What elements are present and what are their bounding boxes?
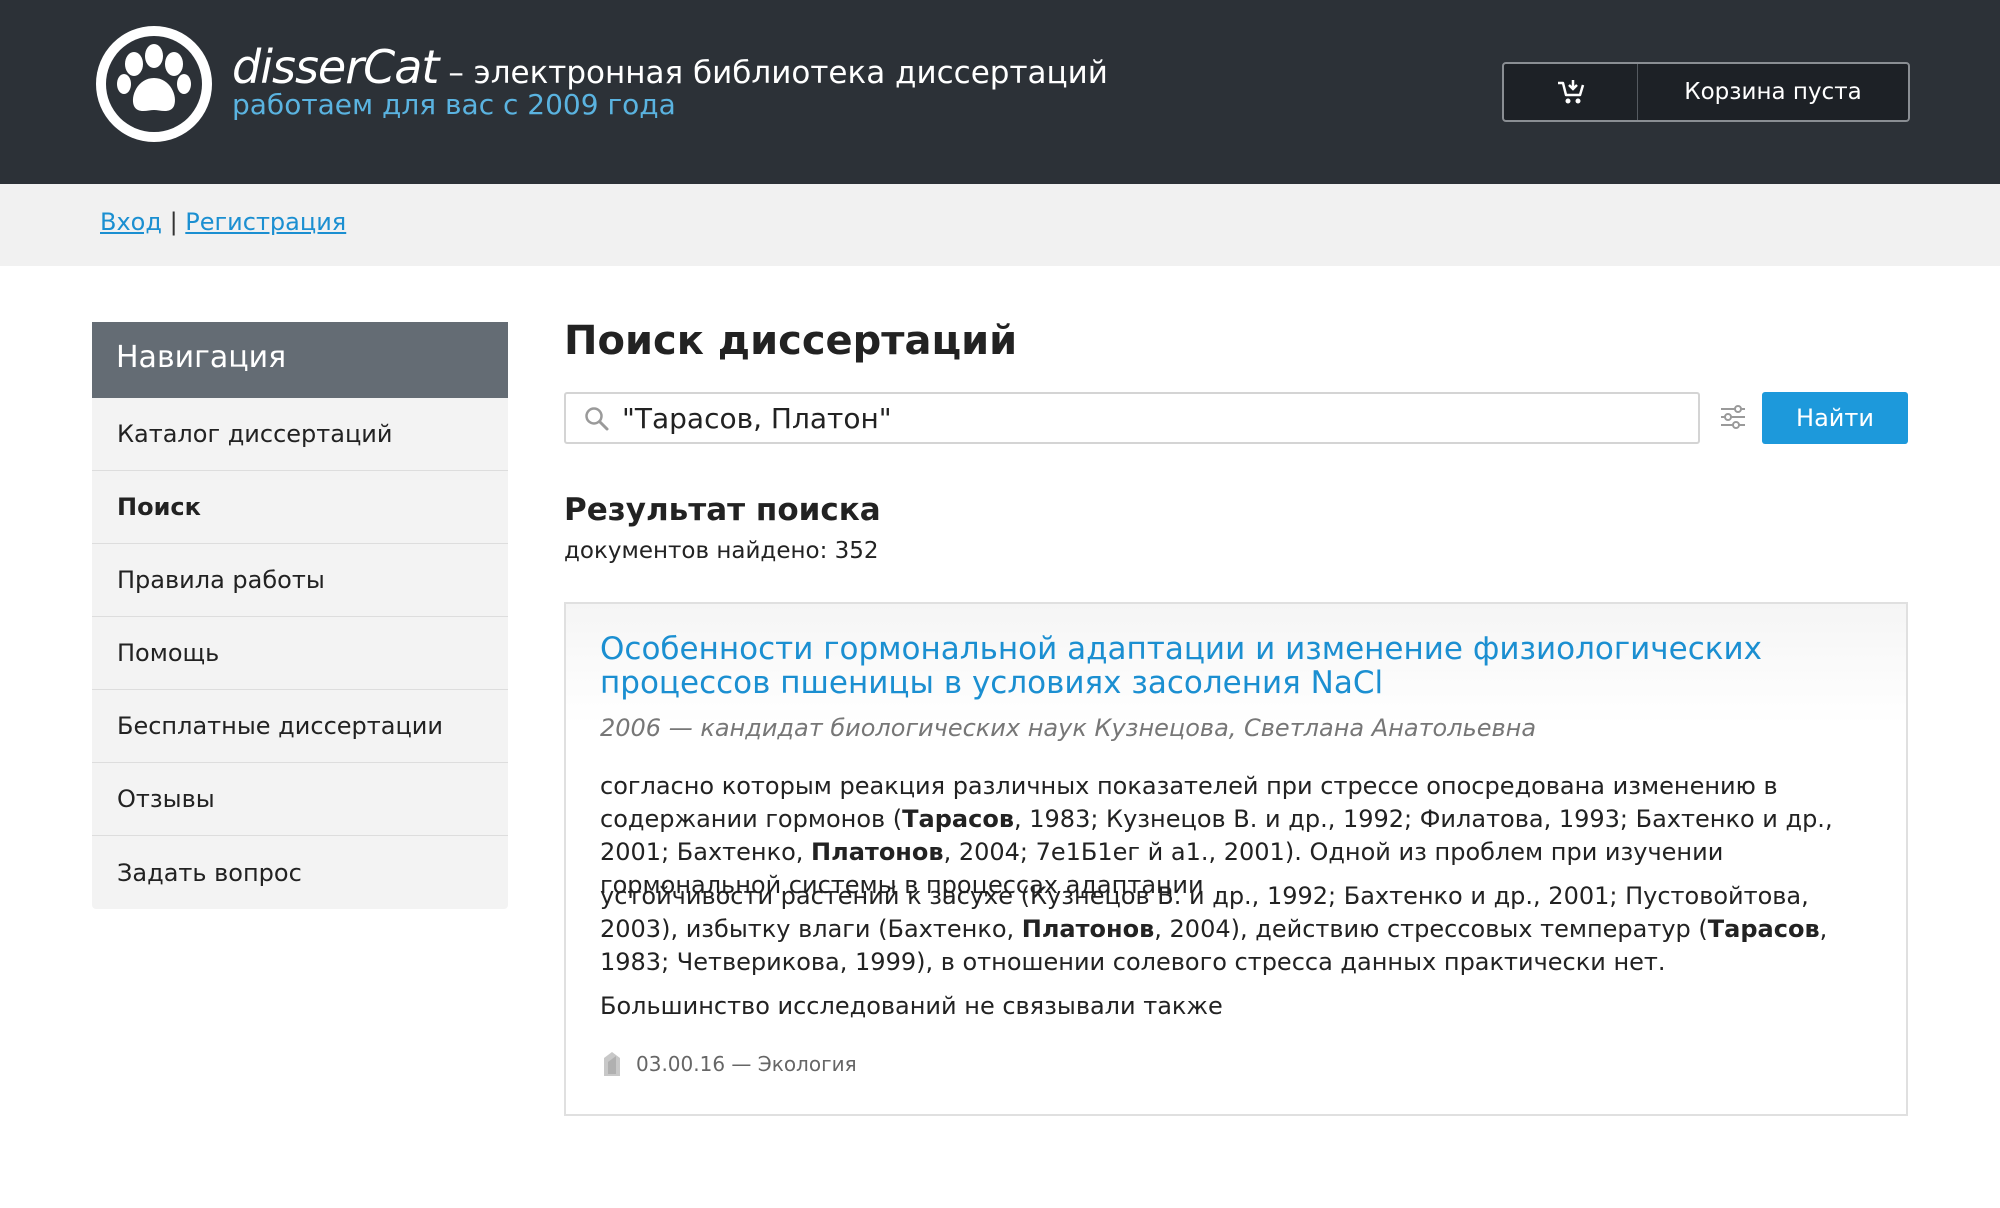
sidebar-navigation: Навигация Каталог диссертаций Поиск Прав…: [92, 322, 508, 909]
search-input[interactable]: [622, 398, 1682, 438]
find-button[interactable]: Найти: [1762, 392, 1908, 444]
snippet-highlight: Платонов: [1021, 915, 1155, 943]
result-meta: 2006 — кандидат биологических наук Кузне…: [600, 714, 1537, 742]
filter-settings-icon[interactable]: [1718, 402, 1748, 432]
snippet-highlight: Тарасов: [902, 805, 1014, 833]
login-link[interactable]: Вход: [100, 208, 162, 236]
brand-subtitle: работаем для вас с 2009 года: [232, 88, 676, 121]
snippet-text: , 2004), действию стрессовых температур …: [1154, 915, 1708, 943]
auth-separator: |: [161, 208, 186, 236]
result-title-link[interactable]: Особенности гормональной адаптации и изм…: [600, 632, 1870, 700]
cart-button[interactable]: Корзина пуста: [1502, 62, 1910, 122]
brand-name: disserCat: [232, 40, 439, 94]
result-footer: 03.00.16 — Экология: [600, 1050, 857, 1078]
snippet-highlight: Платонов: [811, 838, 944, 866]
brand-tagline: – электронная библиотека диссертаций: [438, 55, 1108, 91]
results-heading: Результат поиска: [564, 492, 881, 528]
result-card: Особенности гормональной адаптации и изм…: [564, 602, 1908, 1116]
search-box[interactable]: [564, 392, 1700, 444]
snippet-text: Большинство исследований не связывали та…: [600, 992, 1223, 1020]
page-title: Поиск диссертаций: [564, 318, 1018, 364]
sidebar-item-ask-question[interactable]: Задать вопрос: [92, 836, 508, 909]
snippet-highlight: Тарасов: [1707, 915, 1820, 943]
results-count: документов найдено: 352: [564, 538, 879, 564]
site-header: disserCat – электронная библиотека диссе…: [0, 0, 2000, 184]
register-link[interactable]: Регистрация: [185, 208, 346, 236]
result-snippet: устойчивости растений к засухе (Кузнецов…: [600, 880, 1870, 979]
cart-icon-box: [1504, 64, 1638, 120]
brand-title[interactable]: disserCat – электронная библиотека диссе…: [232, 40, 1108, 94]
paw-icon[interactable]: [90, 20, 218, 148]
auth-bar: Вход | Регистрация: [0, 184, 2000, 266]
cart-label: Корзина пуста: [1684, 79, 1862, 105]
sidebar-item-rules[interactable]: Правила работы: [92, 544, 508, 617]
sidebar-item-catalog[interactable]: Каталог диссертаций: [92, 398, 508, 471]
result-snippet: Большинство исследований не связывали та…: [600, 990, 1870, 1023]
sidebar-item-search[interactable]: Поиск: [92, 471, 508, 544]
auth-links: Вход | Регистрация: [100, 208, 346, 236]
sidebar-title: Навигация: [92, 322, 508, 398]
result-specialty[interactable]: 03.00.16 — Экология: [636, 1052, 857, 1076]
sidebar-item-free-dissertations[interactable]: Бесплатные диссертации: [92, 690, 508, 763]
tag-icon: [604, 1052, 620, 1076]
cart-icon: [1557, 80, 1584, 104]
sidebar-item-help[interactable]: Помощь: [92, 617, 508, 690]
sidebar-item-reviews[interactable]: Отзывы: [92, 763, 508, 836]
search-icon: [585, 407, 609, 431]
